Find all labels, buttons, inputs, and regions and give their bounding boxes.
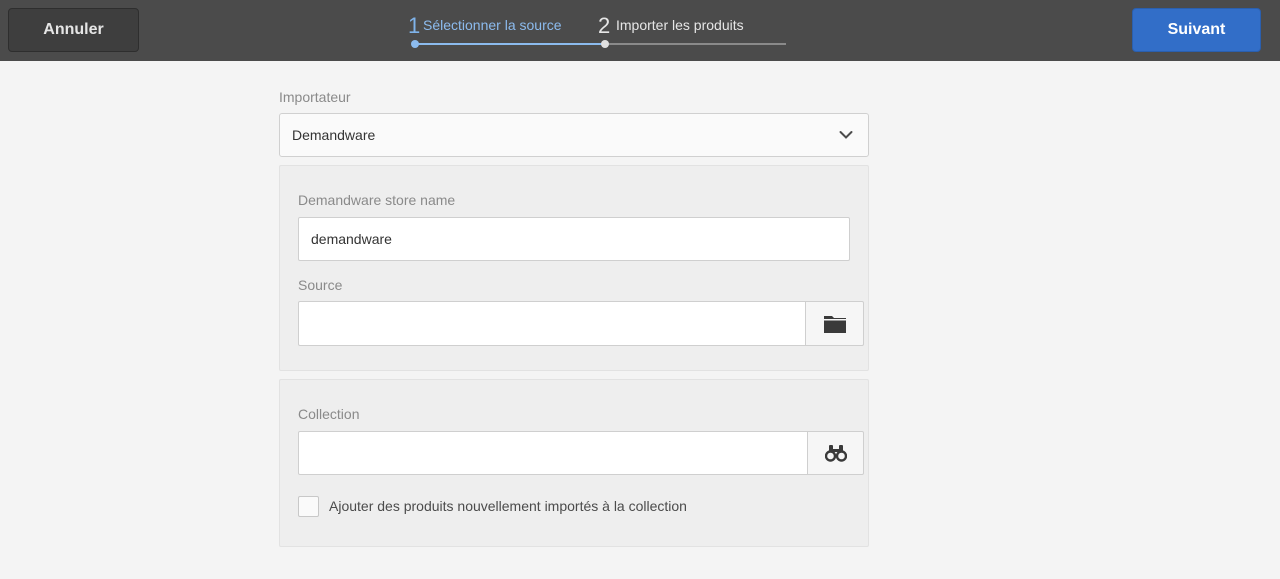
source-label: Source bbox=[298, 277, 343, 293]
step-2-dot bbox=[601, 40, 609, 48]
top-toolbar: Annuler 1 Sélectionner la source 2 Impor… bbox=[0, 0, 1280, 61]
store-name-label: Demandware store name bbox=[298, 192, 456, 208]
cancel-button[interactable]: Annuler bbox=[8, 8, 139, 52]
step-2-progress-track bbox=[605, 43, 786, 45]
source-input[interactable] bbox=[298, 301, 806, 346]
importer-select[interactable]: Demandware bbox=[279, 113, 869, 157]
collection-label: Collection bbox=[298, 406, 360, 422]
step-1-progress-track bbox=[415, 43, 605, 45]
importer-label: Importateur bbox=[279, 89, 351, 105]
browse-source-button[interactable] bbox=[805, 301, 864, 346]
browse-collection-button[interactable] bbox=[807, 431, 864, 475]
add-to-collection-label[interactable]: Ajouter des produits nouvellement import… bbox=[329, 498, 687, 514]
step-2-label[interactable]: Importer les produits bbox=[616, 17, 744, 33]
step-1-number: 1 bbox=[408, 13, 421, 38]
next-button[interactable]: Suivant bbox=[1132, 8, 1261, 52]
folder-icon bbox=[823, 315, 846, 333]
step-2-number: 2 bbox=[598, 13, 611, 38]
binoculars-icon bbox=[824, 445, 847, 462]
step-1-label[interactable]: Sélectionner la source bbox=[423, 17, 562, 33]
chevron-down-icon bbox=[839, 131, 853, 139]
add-to-collection-checkbox[interactable] bbox=[298, 496, 319, 517]
importer-selected-value: Demandware bbox=[292, 127, 376, 143]
collection-input[interactable] bbox=[298, 431, 808, 475]
step-1-dot bbox=[411, 40, 419, 48]
store-name-input[interactable]: demandware bbox=[298, 217, 850, 261]
